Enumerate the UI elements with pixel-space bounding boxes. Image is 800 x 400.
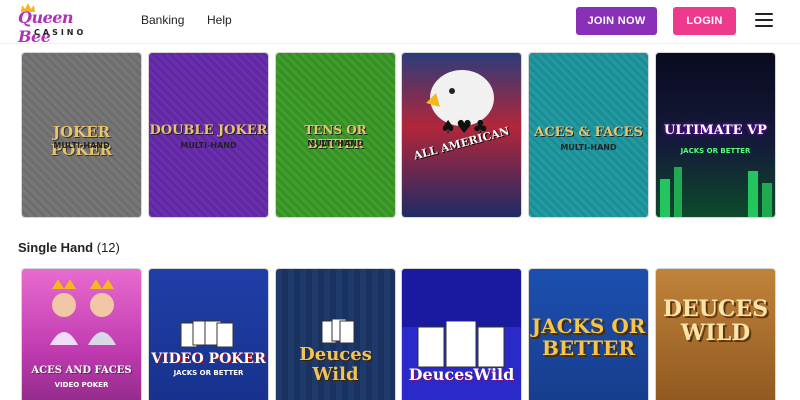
- game-tile-jacks-or-better[interactable]: JACKS OR BETTER: [528, 268, 649, 400]
- game-tile-ultimate-vp[interactable]: ULTIMATE VP JACKS OR BETTER: [655, 52, 776, 218]
- join-now-button[interactable]: JOIN NOW: [576, 7, 657, 35]
- game-tile-double-joker[interactable]: DOUBLE JOKER MULTI-HAND: [148, 52, 269, 218]
- game-tile-deuces-wild-paytable[interactable]: DeucesWild: [401, 268, 522, 400]
- game-subtitle: JACKS OR BETTER: [680, 147, 751, 155]
- game-tile-tens-or-better[interactable]: TENS OR BETTER MULTI-HAND: [275, 52, 396, 218]
- single-hand-section-title: Single Hand (12): [18, 240, 120, 255]
- card-suits-icon: ♠♥♣: [440, 117, 488, 137]
- playing-cards-icon: [180, 320, 234, 348]
- game-subtitle: JACKS OR BETTER: [173, 369, 244, 377]
- game-tile-deuces-wild-blue[interactable]: Deuces Wild: [275, 268, 396, 400]
- game-tile-aces-and-faces-multi[interactable]: ACES & FACES MULTI-HAND: [528, 52, 649, 218]
- section-label: Single Hand: [18, 240, 94, 255]
- top-header: Queen Bee CASINO Banking Help JOIN NOW L…: [0, 0, 800, 46]
- svg-text:♠♥♣: ♠♥♣: [440, 117, 488, 137]
- game-title: DeucesWild: [408, 365, 515, 384]
- game-title: ACES & FACES: [534, 125, 643, 140]
- game-title: DOUBLE JOKER: [149, 123, 268, 138]
- logo-text: Queen Bee: [18, 8, 74, 46]
- queen-bee-casino-logo[interactable]: Queen Bee CASINO: [18, 3, 98, 46]
- game-tile-video-poker[interactable]: VIDEO POKER JACKS OR BETTER: [148, 268, 269, 400]
- playing-cards-icon: [321, 319, 355, 344]
- playing-cards-icon: [417, 321, 505, 368]
- game-subtitle: MULTI-HAND: [307, 139, 364, 148]
- hamburger-menu-icon[interactable]: [755, 13, 773, 27]
- game-tile-deuces-wild-gold[interactable]: DEUCES WILD: [655, 268, 776, 400]
- section-count: (12): [96, 240, 120, 255]
- game-title: ULTIMATE VP: [664, 123, 767, 138]
- game-subtitle: MULTI-HAND: [180, 141, 237, 150]
- login-button[interactable]: LOGIN: [673, 7, 736, 35]
- paytable: [402, 269, 521, 327]
- game-title: VIDEO POKER: [151, 351, 266, 367]
- royal-couple-icon: [50, 279, 116, 345]
- game-tile-all-american[interactable]: ALL AMERICAN ♠♥♣: [401, 52, 522, 218]
- logo-subtext: CASINO: [34, 28, 87, 37]
- game-subtitle: MULTI-HAND: [560, 143, 617, 152]
- game-tile-aces-and-faces[interactable]: ACES AND FACES VIDEO POKER: [21, 268, 142, 400]
- game-title: ACES AND FACES: [31, 365, 132, 376]
- nav-banking-link[interactable]: Banking: [141, 13, 184, 27]
- game-subtitle: MULTI-HAND: [53, 141, 110, 150]
- game-subtitle: VIDEO POKER: [54, 381, 109, 389]
- game-title: JACKS OR BETTER: [531, 314, 646, 360]
- nav-help-link[interactable]: Help: [207, 13, 232, 27]
- game-title: DEUCES WILD: [662, 296, 769, 346]
- game-tile-joker-poker[interactable]: JOKER POKER MULTI-HAND: [21, 52, 142, 218]
- city-skyline-icon: [660, 167, 772, 217]
- game-title: Deuces Wild: [299, 344, 372, 385]
